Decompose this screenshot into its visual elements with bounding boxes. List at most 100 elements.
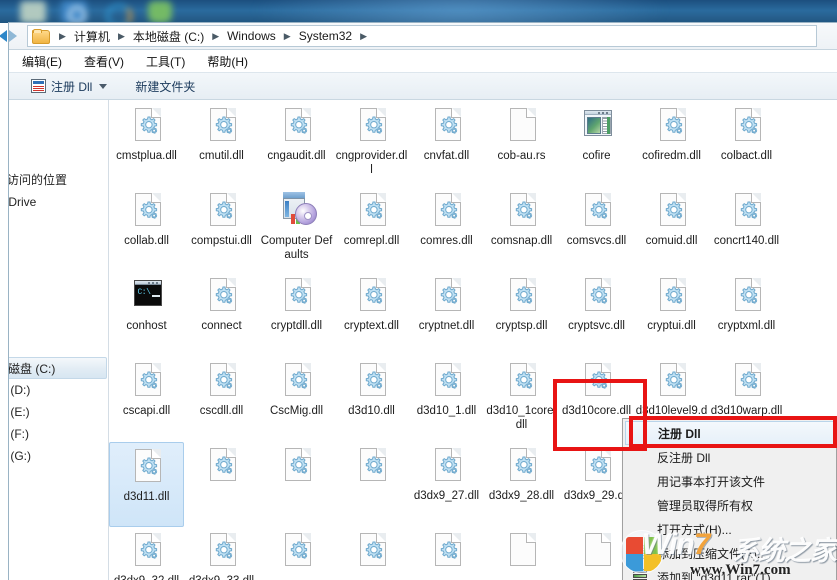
file-item[interactable]: d3d10_1core.dll [484, 357, 559, 442]
file-item[interactable]: cryptext.dll [334, 272, 409, 357]
file-item[interactable]: cscdll.dll [184, 357, 259, 442]
breadcrumb-item-system32[interactable]: System32 [296, 29, 355, 43]
sidebar-item-desktop[interactable]: 面 [9, 147, 108, 169]
dll-file-icon [656, 106, 688, 146]
navigation-pane[interactable]: 夹 载 面 近访问的位置 neDrive 频 片 档 乐 机 地磁盘 (C:) … [9, 100, 109, 580]
file-item[interactable]: cscapi.dll [109, 357, 184, 442]
file-item[interactable]: cryptdll.dll [259, 272, 334, 357]
sidebar-item-drive-g[interactable]: 公 (G:) [9, 445, 108, 467]
breadcrumb[interactable]: ▶ 计算机 ▶ 本地磁盘 (C:) ▶ Windows ▶ System32 ▶ [27, 25, 817, 47]
sidebar-item-documents[interactable]: 档 [9, 274, 108, 296]
application-icon [583, 110, 612, 136]
dll-file-icon [356, 191, 388, 231]
sidebar-item-drive-d[interactable]: 件 (D:) [9, 379, 108, 401]
file-item[interactable]: CscMig.dll [259, 357, 334, 442]
gear-glyph-icon [589, 201, 607, 219]
dll-file-icon [731, 276, 763, 316]
file-name-label: cmstplua.dll [116, 150, 177, 162]
file-item[interactable]: compstui.dll [184, 187, 259, 272]
sidebar-item-drive-f[interactable]: 音 (F:) [9, 423, 108, 445]
file-item[interactable]: cofire [559, 102, 634, 187]
menu-item-help[interactable]: 帮助(H) [196, 51, 259, 72]
file-item[interactable]: cryptui.dll [634, 272, 709, 357]
menu-item-view[interactable]: 查看(V) [73, 51, 135, 72]
file-item[interactable] [259, 442, 334, 527]
sidebar-item-pictures[interactable]: 片 [9, 252, 108, 274]
blurred-icon-2 [61, 1, 87, 23]
file-item[interactable]: d3dx9_33.dll [184, 527, 259, 580]
gear-glyph-icon [364, 286, 382, 304]
breadcrumb-item-computer[interactable]: 计算机 [71, 28, 113, 45]
file-item[interactable]: cnvfat.dll [409, 102, 484, 187]
forward-arrow-icon[interactable] [9, 30, 17, 42]
file-item[interactable]: cmstplua.dll [109, 102, 184, 187]
file-item[interactable] [184, 442, 259, 527]
breadcrumb-separator[interactable]: ▶ [355, 31, 372, 41]
file-item[interactable]: cofiredm.dll [634, 102, 709, 187]
sidebar-item-music[interactable]: 乐 [9, 296, 108, 318]
context-menu-item[interactable]: 添加到压缩文件(A)... [623, 541, 836, 565]
sidebar-item-folder[interactable]: 夹 [9, 103, 108, 125]
file-item[interactable]: comrepl.dll [334, 187, 409, 272]
sidebar-item-recent-places[interactable]: 近访问的位置 [9, 169, 108, 191]
file-item[interactable]: d3d10_1.dll [409, 357, 484, 442]
console-window-icon: C:\ [133, 280, 162, 306]
new-folder-button[interactable]: 新建文件夹 [135, 78, 195, 95]
menu-item-edit[interactable]: 编辑(E) [11, 51, 73, 72]
sidebar-item-local-disk-c[interactable]: 地磁盘 (C:) [9, 357, 107, 379]
file-item[interactable]: comuid.dll [634, 187, 709, 272]
file-item[interactable]: cryptnet.dll [409, 272, 484, 357]
file-item[interactable] [409, 527, 484, 580]
sidebar-item-network[interactable]: 行 [9, 501, 108, 523]
file-item[interactable]: d3dx9_32.dll [109, 527, 184, 580]
file-item[interactable] [484, 527, 559, 580]
file-item[interactable]: cryptsvc.dll [559, 272, 634, 357]
context-menu-item[interactable]: 反注册 Dll [623, 445, 836, 469]
context-menu[interactable]: 注册 Dll 反注册 Dll 用记事本打开该文件管理员取得所有权打开方式(H)...… [622, 418, 837, 580]
file-item[interactable]: d3dx9_28.dll [484, 442, 559, 527]
file-item[interactable]: collab.dll [109, 187, 184, 272]
file-name-label: concrt140.dll [713, 235, 780, 247]
navigation-buttons[interactable] [0, 29, 25, 45]
sidebar-item-drive-e[interactable]: 档 (E:) [9, 401, 108, 423]
file-item-selected[interactable]: d3d11.dll [109, 442, 184, 527]
back-arrow-icon[interactable] [0, 30, 7, 42]
file-item[interactable]: connect [184, 272, 259, 357]
breadcrumb-item-windows[interactable]: Windows [224, 29, 279, 43]
file-item[interactable]: cryptxml.dll [709, 272, 784, 357]
file-item[interactable]: C:\ conhost [109, 272, 184, 357]
register-dll-button[interactable]: 注册 Dll [31, 78, 108, 95]
file-item[interactable]: colbact.dll [709, 102, 784, 187]
context-menu-item[interactable]: 用记事本打开该文件 [623, 469, 836, 493]
file-item[interactable]: comsnap.dll [484, 187, 559, 272]
file-item[interactable]: comres.dll [409, 187, 484, 272]
file-item[interactable]: d3d10.dll [334, 357, 409, 442]
file-item[interactable]: cngprovider.dll [334, 102, 409, 187]
chevron-down-icon[interactable] [99, 83, 108, 89]
sidebar-item-videos[interactable]: 频 [9, 230, 108, 252]
context-menu-item-label: 管理员取得所有权 [657, 498, 754, 513]
menu-item-tools[interactable]: 工具(T) [135, 51, 196, 72]
sidebar-item-computer[interactable]: 机 [9, 335, 108, 357]
file-item[interactable]: cob-au.rs [484, 102, 559, 187]
dll-file-icon [431, 531, 463, 571]
file-item[interactable]: comsvcs.dll [559, 187, 634, 272]
file-item[interactable]: cngaudit.dll [259, 102, 334, 187]
breadcrumb-item-local-disk[interactable]: 本地磁盘 (C:) [130, 28, 207, 45]
file-item[interactable]: cryptsp.dll [484, 272, 559, 357]
file-item[interactable] [334, 442, 409, 527]
file-item[interactable] [334, 527, 409, 580]
context-menu-item[interactable]: 打开方式(H)... [623, 517, 836, 541]
context-menu-item[interactable]: 添加到 "d3d11.rar"(T) [623, 565, 836, 580]
context-menu-item[interactable]: 管理员取得所有权 [623, 493, 836, 517]
file-item[interactable] [259, 527, 334, 580]
sidebar-item-onedrive[interactable]: neDrive [9, 191, 108, 213]
file-item[interactable]: cmutil.dll [184, 102, 259, 187]
file-item[interactable]: concrt140.dll [709, 187, 784, 272]
dll-file-icon [206, 276, 238, 316]
file-page-icon [509, 108, 536, 141]
sidebar-item-downloads[interactable]: 载 [9, 125, 108, 147]
file-item[interactable]: Computer Defaults [259, 187, 334, 272]
file-item[interactable]: d3dx9_27.dll [409, 442, 484, 527]
context-menu-item[interactable]: 注册 Dll [625, 421, 834, 445]
